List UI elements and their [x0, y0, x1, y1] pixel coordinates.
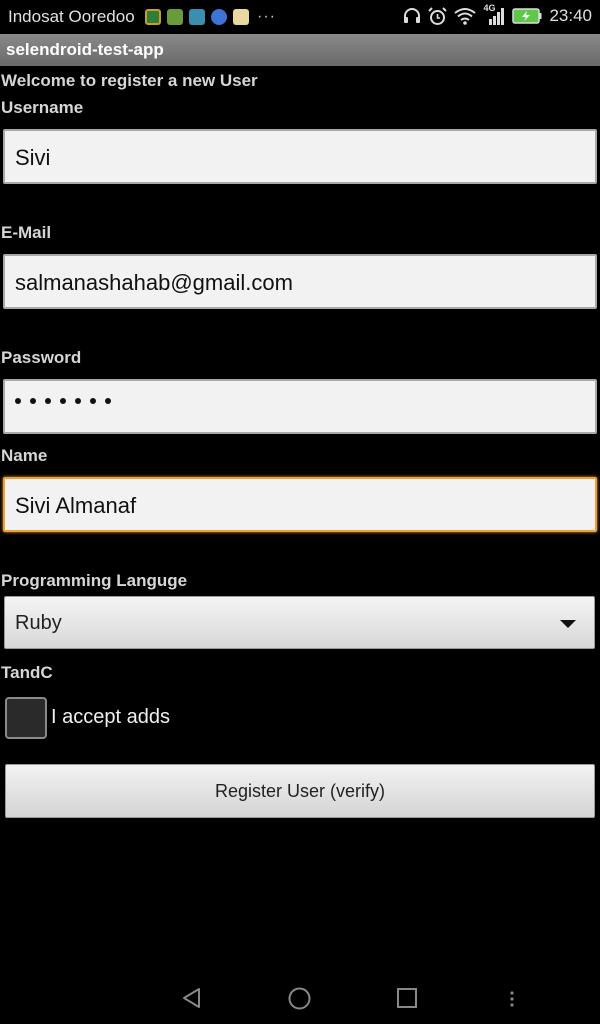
password-masked-value: [15, 398, 111, 404]
name-value: Sivi Almanaf: [15, 493, 137, 518]
alarm-icon: [428, 6, 448, 25]
password-label: Password: [1, 348, 82, 367]
system-status-icons: 4G 23:40: [403, 3, 592, 26]
email-label: E-Mail: [1, 223, 52, 242]
app-title: selendroid-test-app: [6, 40, 164, 59]
shield-app-icon: [145, 9, 161, 25]
password-dot: [60, 398, 66, 404]
recents-icon[interactable]: [396, 987, 418, 1009]
language-spinner[interactable]: Ruby: [4, 596, 595, 649]
google-icon: [211, 9, 227, 25]
notification-icons: ···: [145, 8, 276, 26]
battery-charging-icon: [512, 8, 542, 24]
tandc-label: TandC: [1, 663, 53, 682]
accept-adds-checkbox[interactable]: [5, 697, 47, 739]
password-dot: [45, 398, 51, 404]
dropdown-arrow-icon: [560, 620, 576, 628]
status-bar: Indosat Ooredoo ··· 4G 23:40: [0, 0, 600, 34]
welcome-heading: Welcome to register a new User: [1, 71, 258, 90]
email-value: salmanashahab@gmail.com: [15, 270, 293, 295]
password-dot: [15, 398, 21, 404]
clock: 23:40: [549, 6, 592, 25]
menu-icon[interactable]: [508, 990, 516, 1008]
carrier-name: Indosat Ooredoo: [8, 7, 135, 26]
username-value: Sivi: [15, 145, 51, 170]
accept-adds-label[interactable]: I accept adds: [51, 706, 170, 729]
password-dot: [90, 398, 96, 404]
language-selected-value: Ruby: [15, 612, 62, 634]
app-title-bar: selendroid-test-app: [0, 34, 600, 66]
headphones-icon: [404, 8, 421, 23]
password-dot: [30, 398, 36, 404]
username-label: Username: [1, 98, 84, 117]
signal-icon: 4G: [483, 3, 505, 26]
email-field[interactable]: salmanashahab@gmail.com: [3, 254, 597, 309]
name-label: Name: [1, 446, 48, 465]
password-dot: [105, 398, 111, 404]
register-user-button[interactable]: Register User (verify): [5, 764, 595, 818]
more-notifications-icon: ···: [257, 8, 276, 25]
username-field[interactable]: Sivi: [3, 129, 597, 184]
home-icon[interactable]: [287, 986, 312, 1011]
gallery-app-icon: [233, 9, 249, 25]
back-icon[interactable]: [180, 986, 204, 1010]
android-app-icon: [167, 9, 183, 25]
password-field[interactable]: [3, 379, 597, 434]
password-dot: [75, 398, 81, 404]
wifi-icon: [454, 8, 477, 25]
name-field[interactable]: Sivi Almanaf: [3, 477, 597, 532]
language-label: Programming Languge: [1, 571, 188, 590]
navigation-bar: [0, 972, 600, 1024]
message-app-icon: [189, 9, 205, 25]
